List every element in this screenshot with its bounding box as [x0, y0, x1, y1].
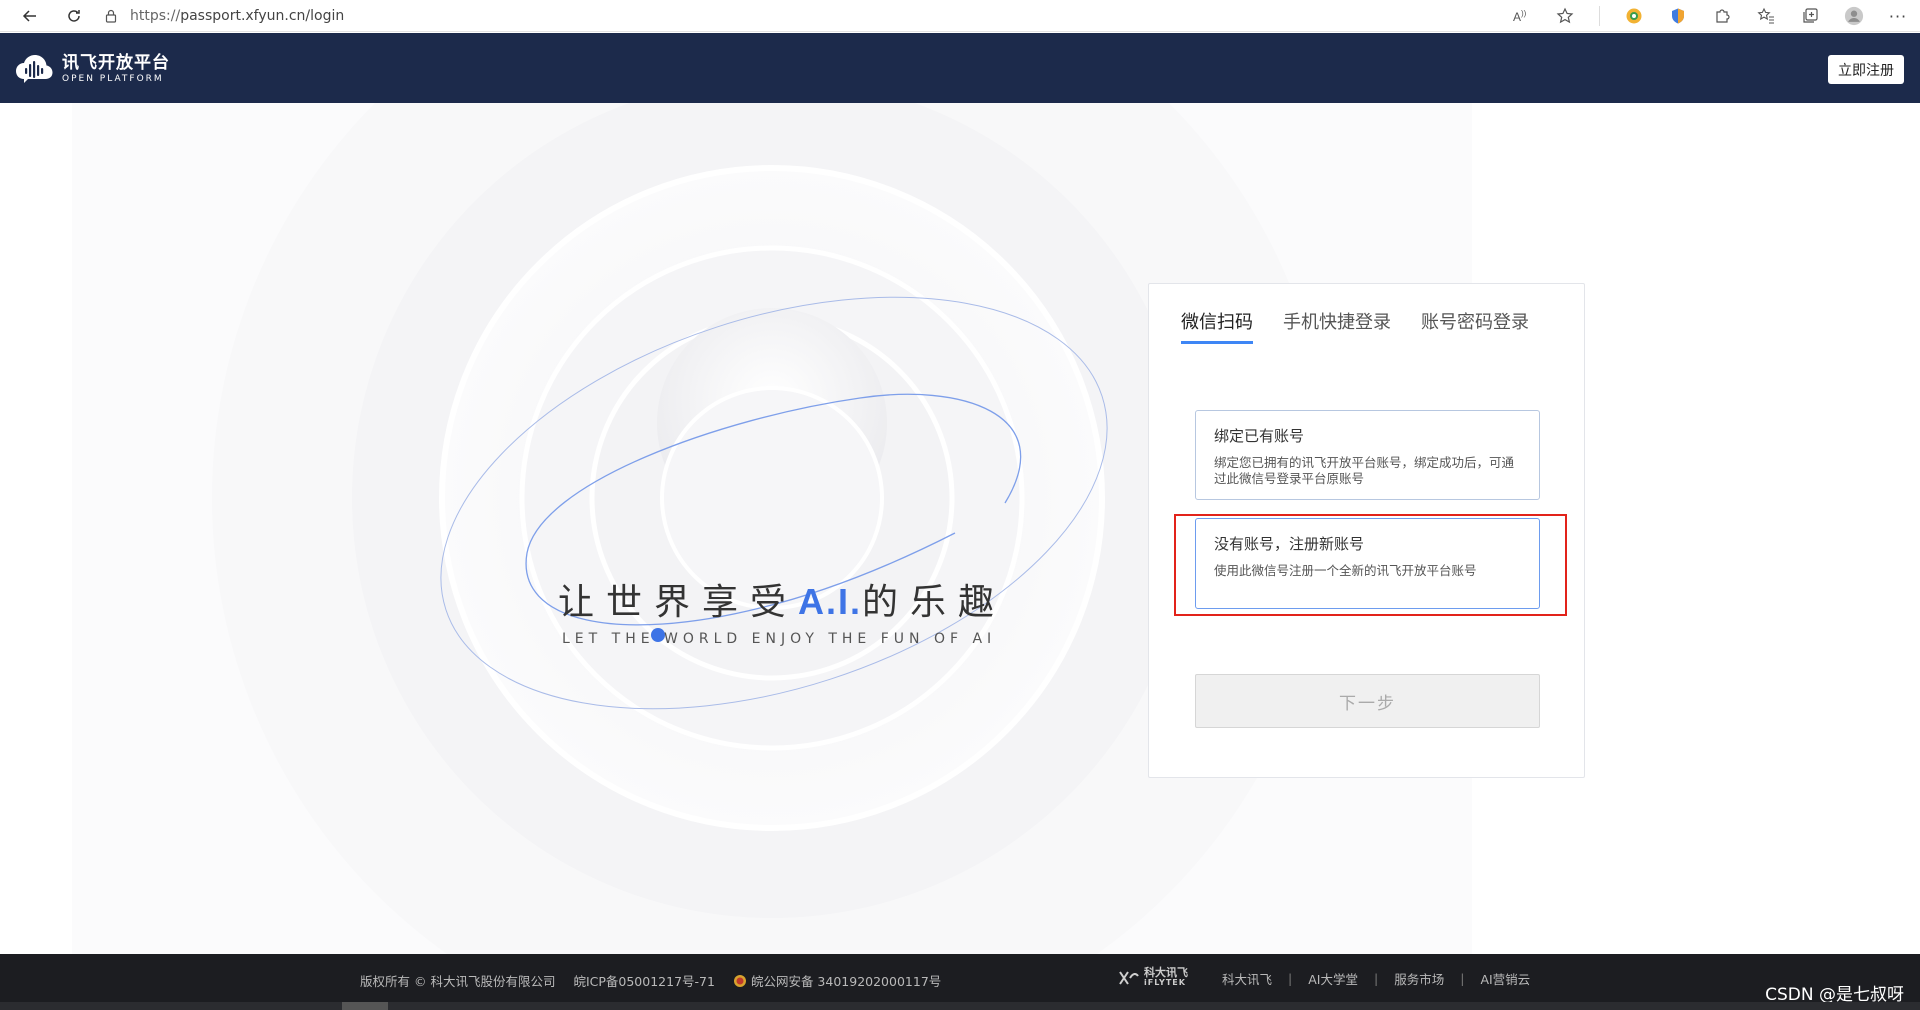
iflytek-logo[interactable]: 科大讯飞 iFLYTEK: [1118, 966, 1188, 988]
footer-link-service-market[interactable]: 服务市场: [1394, 969, 1444, 988]
annotation-highlight-box: [1174, 514, 1567, 616]
slogan: 让世界享受A.I.的乐趣 LET THE WORLD ENJOY THE FUN…: [558, 573, 1006, 647]
scrollbar-thumb[interactable]: [342, 1002, 388, 1010]
iflytek-logo-cn: 科大讯飞: [1144, 966, 1188, 979]
tab-wechat-scan[interactable]: 微信扫码: [1181, 308, 1253, 344]
favorites-list-icon[interactable]: [1756, 6, 1776, 26]
browser-toolbar: https://passport.xfyun.cn/login A)) ···: [0, 0, 1920, 32]
option-description: 绑定您已拥有的讯飞开放平台账号，绑定成功后，可通过此微信号登录平台原账号: [1214, 455, 1515, 486]
extensions-puzzle-icon[interactable]: [1712, 6, 1732, 26]
logo-subtitle: OPEN PLATFORM: [62, 74, 164, 84]
background-orbit-art: [72, 103, 1472, 954]
option-title: 绑定已有账号: [1214, 427, 1305, 445]
footer-link-separator: |: [1373, 970, 1379, 986]
slogan-suffix: 的乐趣: [862, 582, 1007, 623]
site-header: 讯飞开放平台 OPEN PLATFORM 立即注册: [0, 33, 1920, 103]
register-button[interactable]: 立即注册: [1828, 55, 1904, 84]
url-protocol: https://: [130, 8, 181, 24]
favorite-star-icon[interactable]: [1555, 6, 1575, 26]
read-aloud-icon[interactable]: A)): [1511, 6, 1531, 26]
cloud-wave-icon: [16, 55, 53, 83]
iflytek-logo-en: iFLYTEK: [1144, 978, 1186, 987]
iflytek-mark-icon: [1119, 971, 1139, 985]
icp-link[interactable]: 皖ICP备05001217号-71: [573, 971, 715, 990]
logo-title: 讯飞开放平台: [62, 53, 170, 73]
profile-avatar-icon[interactable]: [1844, 6, 1864, 26]
tab-password-login[interactable]: 账号密码登录: [1421, 308, 1529, 344]
next-step-button[interactable]: 下一步: [1195, 674, 1540, 728]
footer-link-iflytek[interactable]: 科大讯飞: [1222, 969, 1272, 988]
login-main: 让世界享受A.I.的乐趣 LET THE WORLD ENJOY THE FUN…: [0, 103, 1920, 954]
svg-text:)): )): [1521, 9, 1527, 18]
footer-link-ai-marketing-cloud[interactable]: AI营销云: [1480, 969, 1530, 988]
copyright-text: 版权所有 © 科大讯飞股份有限公司: [360, 974, 556, 989]
footer-link-ai-academy[interactable]: AI大学堂: [1308, 969, 1358, 988]
svg-text:A: A: [1513, 10, 1521, 24]
platform-logo[interactable]: 讯飞开放平台 OPEN PLATFORM: [14, 49, 170, 89]
footer-link-separator: |: [1288, 970, 1293, 986]
address-bar[interactable]: https://passport.xfyun.cn/login: [104, 3, 1504, 29]
extension-shield-icon[interactable]: [1668, 6, 1688, 26]
tab-phone-login[interactable]: 手机快捷登录: [1283, 308, 1391, 344]
bind-existing-account-option[interactable]: 绑定已有账号 绑定您已拥有的讯飞开放平台账号，绑定成功后，可通过此微信号登录平台…: [1195, 410, 1540, 500]
police-record-text: 皖公网安备 34019202000117号: [750, 974, 942, 989]
police-badge-icon: [733, 974, 746, 987]
extension-chrome-icon[interactable]: [1624, 6, 1644, 26]
slogan-ai: A.I.: [798, 581, 863, 622]
lock-icon: [105, 9, 117, 23]
police-record[interactable]: 皖公网安备 34019202000117号: [733, 971, 941, 990]
refresh-icon[interactable]: [60, 2, 88, 30]
collections-icon[interactable]: [1800, 6, 1820, 26]
more-options-icon[interactable]: ···: [1888, 6, 1908, 26]
horizontal-scrollbar[interactable]: [0, 1002, 1920, 1010]
footer-link-separator: |: [1460, 970, 1465, 986]
back-icon[interactable]: [16, 2, 44, 30]
slogan-en: LET THE WORLD ENJOY THE FUN OF AI: [562, 631, 997, 647]
slogan-prefix: 让世界享受: [558, 582, 799, 623]
login-tabs: 微信扫码 手机快捷登录 账号密码登录: [1181, 308, 1529, 344]
url-text: passport.xfyun.cn/login: [180, 8, 345, 24]
slogan-cn: 让世界享受A.I.的乐趣: [558, 573, 1006, 625]
toolbar-separator: [1599, 6, 1600, 26]
